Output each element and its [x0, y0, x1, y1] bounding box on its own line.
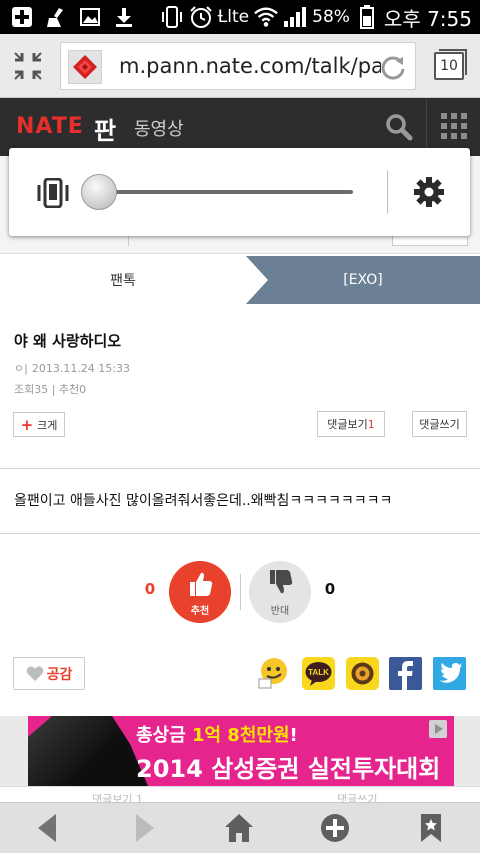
post-meta: ㅇ| 2013.11.24 15:33	[14, 360, 130, 376]
cleaner-icon	[44, 5, 68, 29]
volume-slider-thumb[interactable]	[81, 174, 117, 210]
video-link[interactable]: 동영상	[134, 115, 184, 141]
exit-fullscreen-icon[interactable]	[12, 50, 44, 82]
tab-count-button[interactable]: 10	[434, 49, 467, 80]
post-stats: 조회35 | 추천0	[14, 383, 87, 396]
status-bar: Ƚlte 58% 오후 7:55	[0, 0, 480, 34]
alarm-icon	[189, 5, 213, 29]
download-icon	[112, 5, 136, 29]
enlarge-text-label: 크게	[37, 418, 58, 432]
home-icon[interactable]	[222, 811, 256, 845]
downvote-button[interactable]: 반대	[249, 561, 311, 623]
vibrate-mode-icon[interactable]	[35, 177, 71, 209]
battery-icon	[355, 5, 379, 29]
breadcrumb-current[interactable]: [EXO]	[246, 256, 480, 304]
notification-icons	[10, 5, 136, 29]
breadcrumb-parent[interactable]: 팬톡	[0, 256, 246, 304]
ad-headline-prefix: 총상금	[136, 725, 192, 746]
view-comments-button[interactable]: 댓글보기 1	[317, 411, 385, 437]
kakaotalk-label: TALK	[308, 668, 329, 677]
network-type-label: Ƚlte	[217, 7, 250, 27]
ad-banner-image	[28, 716, 148, 786]
upvote-button[interactable]: 추천	[169, 561, 231, 623]
post-date: 2013.11.24 15:33	[31, 361, 131, 375]
volume-popup	[9, 148, 470, 236]
divider	[0, 533, 480, 534]
post-body: 올팬이고 애들사진 많이올려줘서좋은데..왜빡침ㅋㅋㅋㅋㅋㅋㅋㅋ	[14, 493, 393, 509]
gear-icon[interactable]	[413, 176, 445, 208]
add-bookmark-icon[interactable]	[318, 811, 352, 845]
emoticon-share-icon[interactable]	[257, 657, 290, 690]
browser-address-bar: m.pann.nate.com/talk/pann/32 10	[0, 34, 480, 98]
wifi-icon	[254, 5, 278, 29]
add-notification-icon	[10, 5, 34, 29]
downvote-count: 0	[324, 580, 336, 598]
facebook-share-icon[interactable]	[389, 657, 422, 690]
post-title: 야 왜 사랑하디오	[14, 332, 122, 350]
screen: Ƚlte 58% 오후 7:55 m.pann.nate.com/talk/pa…	[0, 0, 480, 853]
enlarge-text-button[interactable]: + 크게	[13, 412, 65, 437]
apps-grid-icon[interactable]	[441, 113, 467, 139]
heart-icon	[26, 665, 43, 681]
site-favicon-icon	[68, 50, 102, 84]
write-comment-button[interactable]: 댓글쓰기	[412, 411, 467, 437]
nate-logo[interactable]: NATE	[16, 114, 84, 139]
divider	[0, 468, 480, 469]
downvote-label: 반대	[270, 606, 290, 617]
ad-banner[interactable]: 총상금 1억 8천만원! 2014 삼성증권 실전투자대회	[28, 716, 454, 786]
upvote-count: 0	[144, 580, 156, 598]
system-icons: Ƚlte 58% 오후 7:55	[160, 4, 472, 31]
url-field[interactable]: m.pann.nate.com/talk/pann/32	[60, 42, 416, 90]
bookmarks-icon[interactable]	[414, 811, 448, 845]
kakaotalk-share-icon[interactable]: TALK	[302, 657, 335, 690]
battery-percent: 58%	[312, 7, 350, 27]
breadcrumb: 팬톡 [EXO]	[0, 256, 480, 304]
empathy-button[interactable]: 공감	[13, 657, 85, 690]
view-comments-label: 댓글보기	[327, 418, 368, 431]
volume-divider	[387, 170, 388, 214]
search-icon[interactable]	[384, 112, 414, 142]
upvote-label: 추천	[190, 606, 210, 617]
gallery-icon	[78, 5, 102, 29]
thumbs-up-icon	[190, 572, 213, 596]
ad-banner-subline: 2014 삼성증권 실전투자대회	[136, 755, 441, 783]
vote-divider	[240, 574, 241, 610]
twitter-share-icon[interactable]	[433, 657, 466, 690]
kakaostory-share-icon[interactable]	[346, 657, 379, 690]
pann-section-title[interactable]: 판	[94, 111, 116, 146]
vibrate-icon	[160, 5, 184, 29]
thumbs-down-icon	[270, 570, 293, 594]
ad-info-icon[interactable]	[429, 720, 447, 738]
ad-headline-prize: 1억 8천만원	[191, 725, 290, 746]
ad-headline-suffix: !	[289, 725, 298, 746]
reload-icon[interactable]	[379, 53, 407, 81]
comments-count: 1	[367, 417, 375, 431]
plus-icon: +	[20, 415, 34, 434]
browser-bottom-toolbar	[0, 802, 480, 853]
signal-icon	[283, 5, 307, 29]
volume-slider-track[interactable]	[105, 190, 353, 194]
url-text: m.pann.nate.com/talk/pann/32	[119, 54, 381, 78]
clock: 오후 7:55	[383, 6, 472, 31]
back-icon[interactable]	[30, 811, 64, 845]
forward-icon[interactable]	[128, 811, 162, 845]
empathy-label: 공감	[46, 666, 73, 683]
breadcrumb-arrow	[246, 256, 268, 304]
post-author: ㅇ|	[14, 362, 28, 375]
ad-banner-headline: 총상금 1억 8천만원!	[136, 721, 298, 747]
